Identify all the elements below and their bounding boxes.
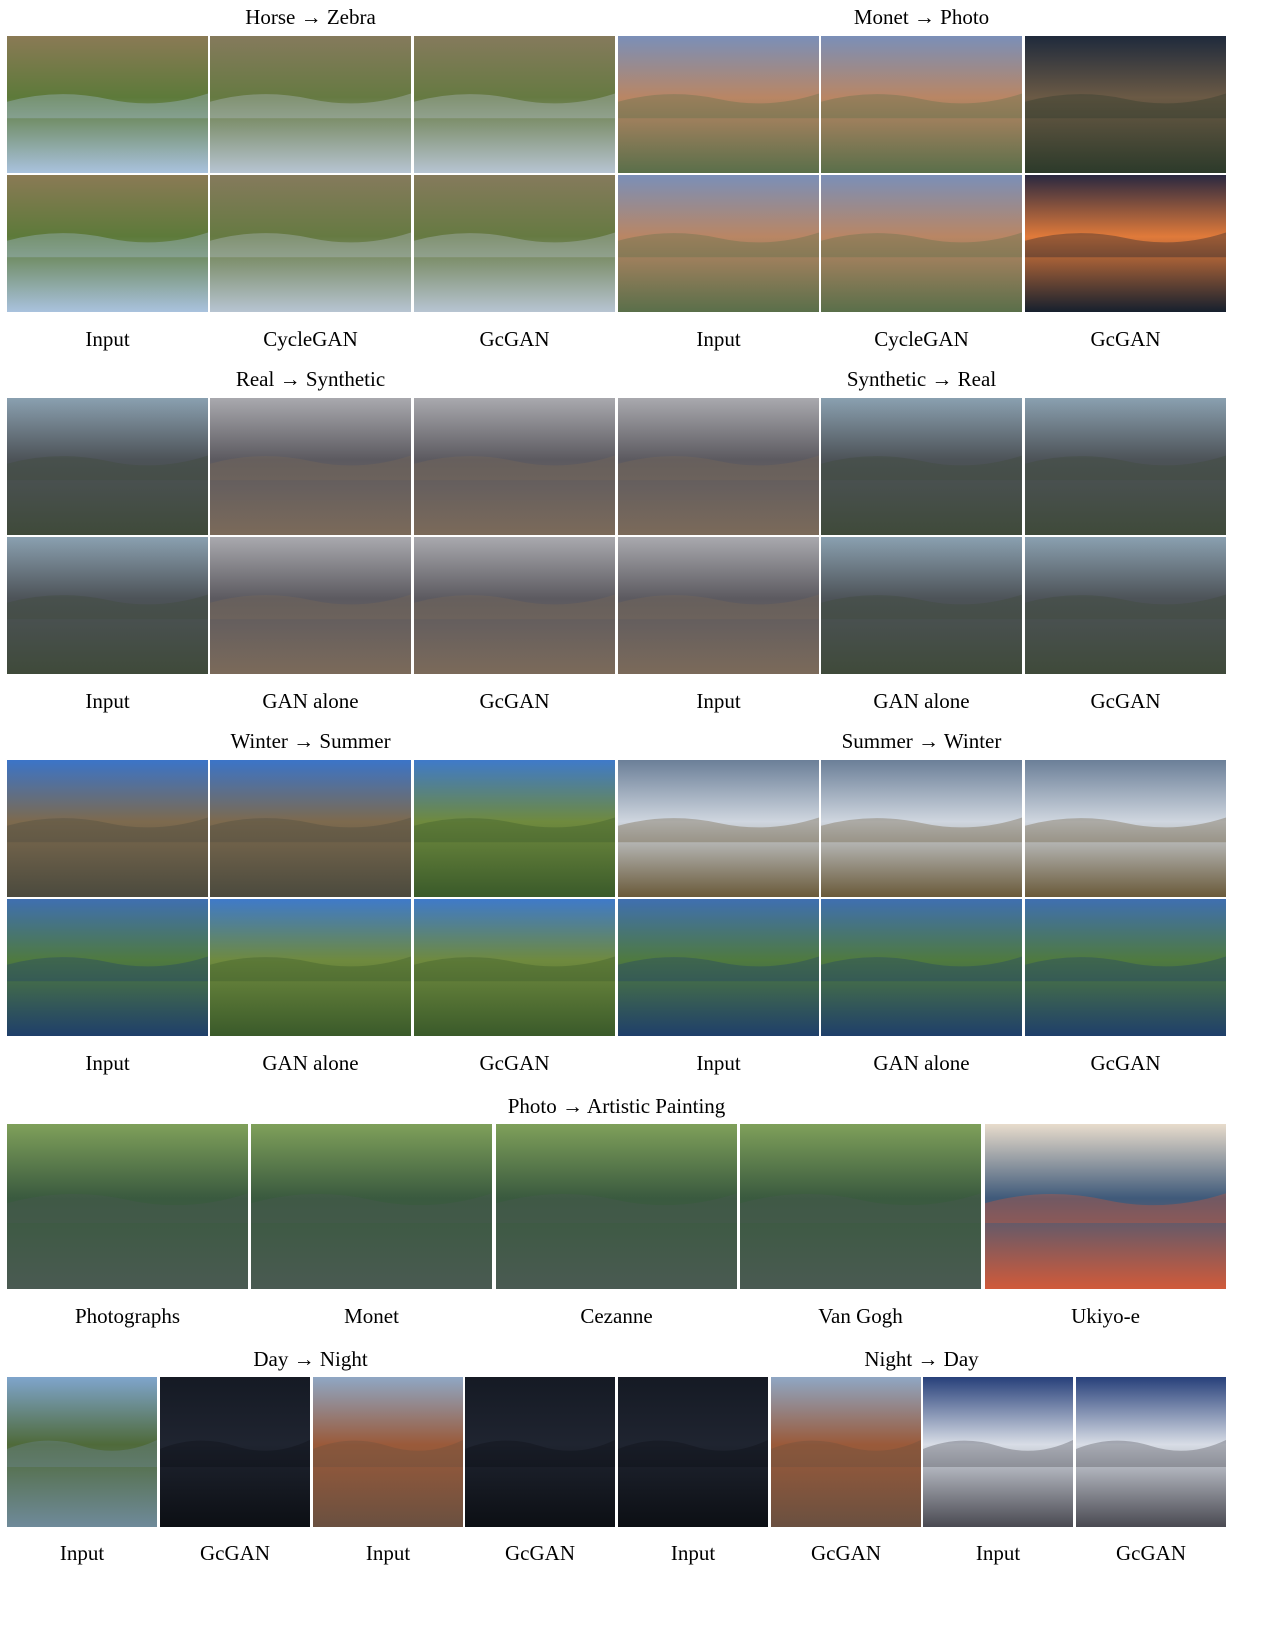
- column-label: Input: [696, 689, 741, 713]
- syn-gan-1: [821, 398, 1022, 535]
- column-label: GcGAN: [811, 1541, 881, 1565]
- column-label: Input: [670, 1541, 716, 1565]
- real-input-2: [7, 537, 208, 674]
- section-title: Monet → Photo: [853, 5, 990, 29]
- section-title: Horse → Zebra: [245, 5, 376, 29]
- column-label: Photographs: [75, 1304, 180, 1328]
- summer-gan-2: [821, 899, 1022, 1036]
- painting-vangogh: [740, 1124, 981, 1289]
- horse-gcgan-2: [414, 175, 615, 312]
- winter-gcgan-2: [414, 899, 615, 1036]
- column-label: GcGAN: [1116, 1541, 1186, 1565]
- night-gcgan-1: [771, 1377, 921, 1527]
- winter-gan-2: [210, 899, 411, 1036]
- column-label: GcGAN: [1090, 327, 1161, 351]
- summer-gcgan-1: [1025, 760, 1226, 897]
- section-title: Summer → Winter: [841, 729, 1002, 753]
- column-label: GcGAN: [479, 327, 550, 351]
- winter-gan-1: [210, 760, 411, 897]
- horse-cyclegan-1: [210, 36, 411, 173]
- painting-cezanne: [496, 1124, 737, 1289]
- real-input-1: [7, 398, 208, 535]
- night-gcgan-2: [1076, 1377, 1226, 1527]
- painting-photograph: [7, 1124, 248, 1289]
- column-label: GAN alone: [873, 1051, 970, 1075]
- day-input-1: [7, 1377, 157, 1527]
- winter-input-2: [7, 899, 208, 1036]
- summer-input-1: [618, 760, 819, 897]
- syn-gcgan-1: [1025, 398, 1226, 535]
- night-input-1: [618, 1377, 768, 1527]
- night-input-2: [923, 1377, 1073, 1527]
- column-label: GAN alone: [262, 689, 359, 713]
- day-gcgan-2: [465, 1377, 615, 1527]
- painting-monet: [251, 1124, 492, 1289]
- horse-input-1: [7, 36, 208, 173]
- winter-gcgan-1: [414, 760, 615, 897]
- column-label: Input: [975, 1541, 1021, 1565]
- real-gcgan-2: [414, 537, 615, 674]
- real-gcgan-1: [414, 398, 615, 535]
- summer-gan-1: [821, 760, 1022, 897]
- monet-cyclegan-2: [821, 175, 1022, 312]
- column-label: Input: [85, 327, 130, 351]
- syn-gan-2: [821, 537, 1022, 674]
- monet-cyclegan-1: [821, 36, 1022, 173]
- column-label: Ukiyo-e: [1071, 1304, 1140, 1328]
- column-label: Van Gogh: [818, 1304, 903, 1328]
- painting-ukiyoe: [985, 1124, 1226, 1289]
- column-label: Cezanne: [580, 1304, 653, 1328]
- summer-gcgan-2: [1025, 899, 1226, 1036]
- summer-input-2: [618, 899, 819, 1036]
- column-label: Input: [696, 327, 741, 351]
- column-label: Input: [696, 1051, 741, 1075]
- column-label: GcGAN: [1090, 689, 1161, 713]
- syn-input-1: [618, 398, 819, 535]
- syn-input-2: [618, 537, 819, 674]
- horse-input-2: [7, 175, 208, 312]
- monet-input-1: [618, 36, 819, 173]
- column-label: Input: [365, 1541, 411, 1565]
- horse-cyclegan-2: [210, 175, 411, 312]
- column-label: GcGAN: [479, 689, 550, 713]
- horse-gcgan-1: [414, 36, 615, 173]
- column-label: GcGAN: [479, 1051, 550, 1075]
- day-input-2: [313, 1377, 463, 1527]
- column-label: GcGAN: [1090, 1051, 1161, 1075]
- column-label: CycleGAN: [874, 327, 969, 351]
- column-label: Monet: [344, 1304, 399, 1328]
- section-title: Day → Night: [253, 1347, 368, 1371]
- section-title: Photo → Artistic Painting: [507, 1094, 726, 1118]
- column-label: Input: [85, 689, 130, 713]
- winter-input-1: [7, 760, 208, 897]
- monet-gcgan-1: [1025, 36, 1226, 173]
- section-title: Synthetic → Real: [846, 367, 997, 391]
- column-label: Input: [59, 1541, 105, 1565]
- monet-gcgan-2: [1025, 175, 1226, 312]
- section-title: Winter → Summer: [230, 729, 391, 753]
- day-gcgan-1: [160, 1377, 310, 1527]
- syn-gcgan-2: [1025, 537, 1226, 674]
- column-label: CycleGAN: [263, 327, 358, 351]
- column-label: GcGAN: [505, 1541, 575, 1565]
- column-label: GAN alone: [262, 1051, 359, 1075]
- real-gan-1: [210, 398, 411, 535]
- monet-input-2: [618, 175, 819, 312]
- column-label: GcGAN: [200, 1541, 270, 1565]
- column-label: Input: [85, 1051, 130, 1075]
- section-title: Real → Synthetic: [235, 367, 386, 391]
- real-gan-2: [210, 537, 411, 674]
- section-title: Night → Day: [864, 1347, 979, 1371]
- column-label: GAN alone: [873, 689, 970, 713]
